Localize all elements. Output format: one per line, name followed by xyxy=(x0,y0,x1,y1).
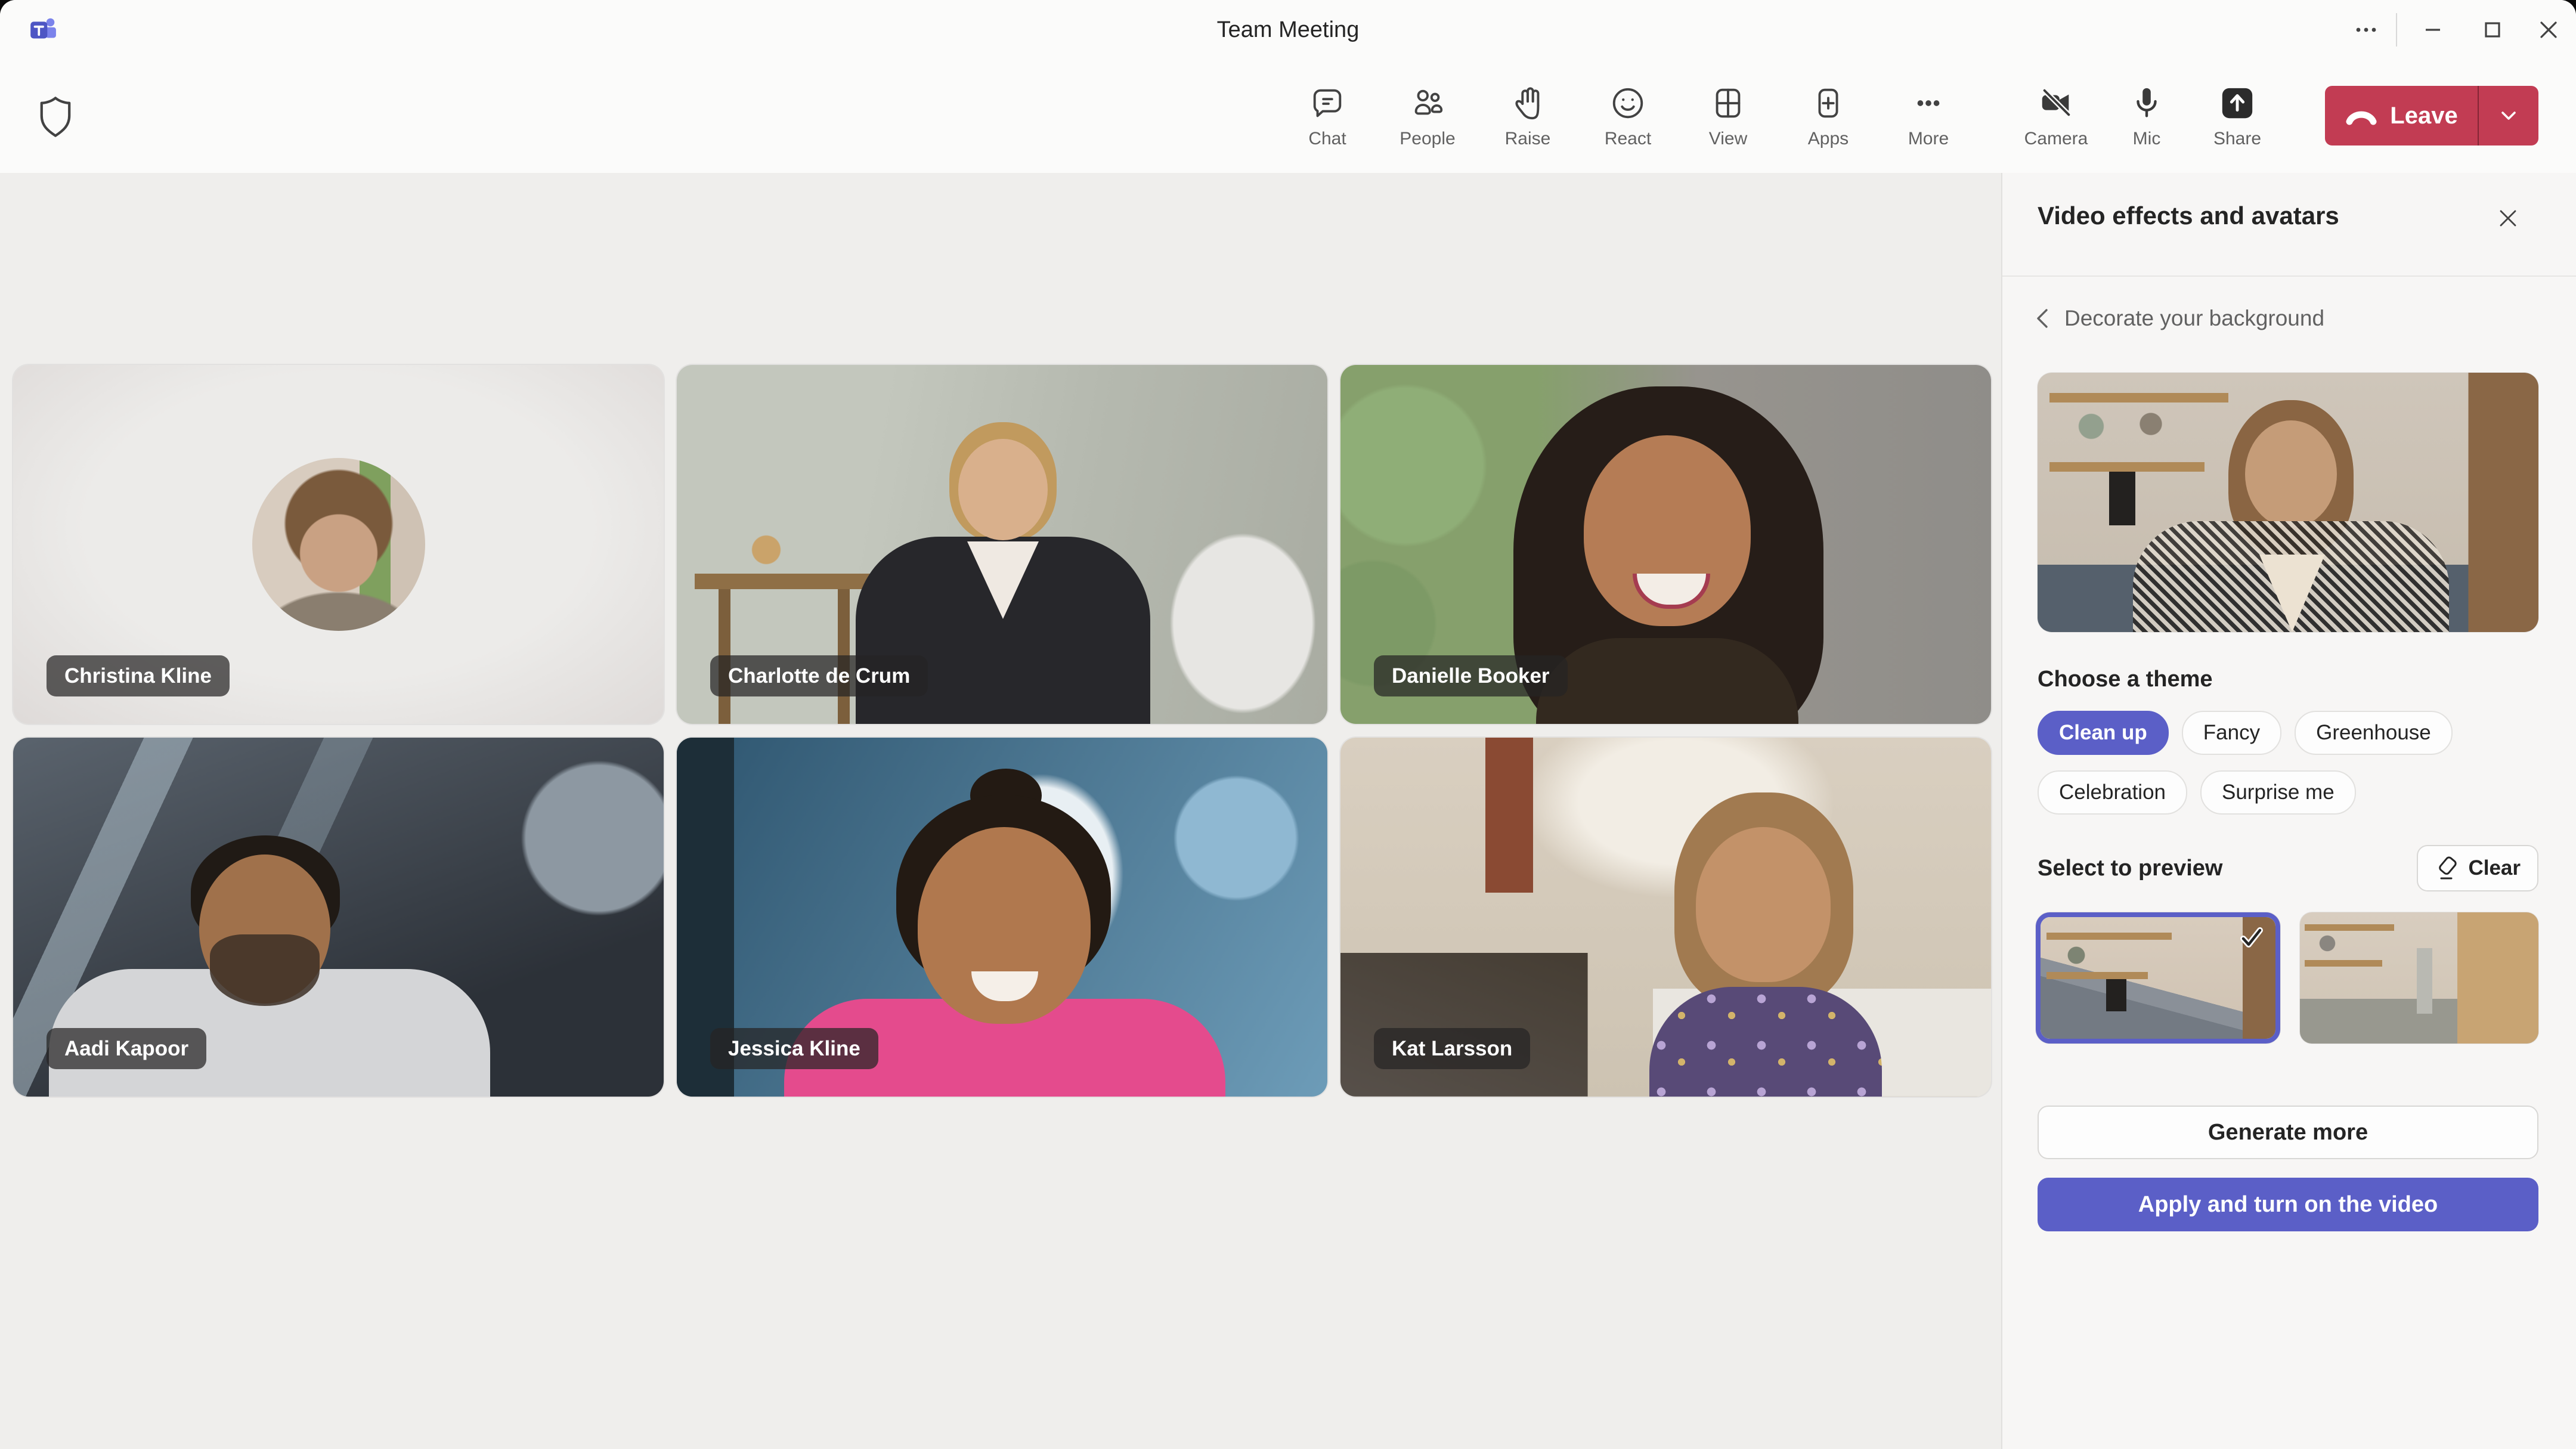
background-thumbnail-selected[interactable] xyxy=(2036,912,2280,1044)
video-tile-kat[interactable]: Kat Larsson xyxy=(1340,738,1991,1097)
video-tile-aadi[interactable]: Aadi Kapoor xyxy=(13,738,664,1097)
meeting-toolbar: Chat People Raise React View Apps More C… xyxy=(0,60,2576,173)
select-preview-heading: Select to preview xyxy=(2038,855,2223,881)
participant-name-badge: Christina Kline xyxy=(47,655,230,696)
titlebar-more-icon[interactable] xyxy=(2330,0,2402,60)
share-button[interactable]: Share xyxy=(2192,60,2283,173)
back-label: Decorate your background xyxy=(2064,306,2325,330)
title-bar: Team Meeting xyxy=(0,0,2576,60)
leave-options-chevron[interactable] xyxy=(2479,86,2538,145)
share-label: Share xyxy=(2213,129,2262,148)
video-tile-jessica[interactable]: Jessica Kline xyxy=(677,738,1327,1097)
people-button[interactable]: People xyxy=(1377,60,1478,173)
titlebar-divider xyxy=(2396,13,2397,47)
video-effects-panel: Video effects and avatars Decorate your … xyxy=(2002,173,2576,1449)
background-thumbnails xyxy=(2036,912,2540,1046)
participant-name-badge: Danielle Booker xyxy=(1374,655,1568,696)
chat-button[interactable]: Chat xyxy=(1277,60,1377,173)
video-tile-christina[interactable]: Christina Kline xyxy=(13,365,664,724)
apps-button[interactable]: Apps xyxy=(1778,60,1878,173)
video-gallery: Christina Kline Charlotte de Crum Daniel… xyxy=(0,173,2001,1449)
participant-name-badge: Charlotte de Crum xyxy=(710,655,928,696)
mic-label: Mic xyxy=(2132,129,2161,148)
raise-label: Raise xyxy=(1504,129,1551,148)
close-window-button[interactable] xyxy=(2521,0,2576,60)
video-tile-charlotte[interactable]: Charlotte de Crum xyxy=(677,365,1327,724)
background-thumbnail-2[interactable] xyxy=(2300,912,2538,1044)
view-button[interactable]: View xyxy=(1678,60,1778,173)
theme-pill-fancy[interactable]: Fancy xyxy=(2181,711,2282,755)
maximize-button[interactable] xyxy=(2463,0,2522,60)
clear-button[interactable]: Clear xyxy=(2417,845,2538,891)
chat-label: Chat xyxy=(1308,129,1346,148)
toolbar-device-group: Camera Mic Share xyxy=(2011,60,2283,173)
close-panel-button[interactable] xyxy=(2487,197,2529,240)
camera-label: Camera xyxy=(2024,129,2088,148)
participant-name-badge: Kat Larsson xyxy=(1374,1028,1531,1069)
people-label: People xyxy=(1400,129,1456,148)
theme-pill-surprise-me[interactable]: Surprise me xyxy=(2200,770,2356,815)
raise-hand-button[interactable]: Raise xyxy=(1478,60,1578,173)
camera-toggle-button[interactable]: Camera xyxy=(2011,60,2101,173)
more-actions-button[interactable]: More xyxy=(1878,60,1979,173)
selected-check-icon xyxy=(2235,922,2267,954)
leave-label: Leave xyxy=(2390,102,2458,129)
teams-meeting-window: Team Meeting Chat People Raise React Vie… xyxy=(0,0,2576,1449)
apply-button[interactable]: Apply and turn on the video xyxy=(2038,1178,2538,1231)
back-to-decorate-button[interactable]: Decorate your background xyxy=(2033,305,2324,332)
theme-pill-celebration[interactable]: Celebration xyxy=(2038,770,2187,815)
theme-pill-group: Clean up Fancy Greenhouse Celebration Su… xyxy=(2038,711,2550,815)
avatar xyxy=(252,458,425,631)
more-label: More xyxy=(1908,129,1949,148)
video-tile-danielle[interactable]: Danielle Booker xyxy=(1340,365,1991,724)
select-preview-row: Select to preview Clear xyxy=(2038,845,2538,891)
background-preview-image xyxy=(2038,373,2538,632)
participant-name-badge: Aadi Kapoor xyxy=(47,1028,207,1069)
theme-heading: Choose a theme xyxy=(2038,667,2213,692)
chevron-left-icon xyxy=(2037,309,2048,328)
participant-name-badge: Jessica Kline xyxy=(710,1028,878,1069)
eraser-icon xyxy=(2439,856,2457,880)
toolbar-center-group: Chat People Raise React View Apps More xyxy=(1277,60,1979,173)
security-shield-icon[interactable] xyxy=(35,94,76,140)
panel-title: Video effects and avatars xyxy=(2038,202,2339,230)
hang-up-icon xyxy=(2346,111,2377,125)
window-title: Team Meeting xyxy=(1216,17,1360,42)
panel-header-divider xyxy=(2002,275,2576,277)
mic-toggle-button[interactable]: Mic xyxy=(2101,60,2192,173)
minimize-button[interactable] xyxy=(2403,0,2463,60)
react-label: React xyxy=(1604,129,1652,148)
leave-button[interactable]: Leave xyxy=(2325,86,2478,145)
apps-label: Apps xyxy=(1807,129,1849,148)
theme-pill-greenhouse[interactable]: Greenhouse xyxy=(2295,711,2453,755)
view-label: View xyxy=(1708,129,1748,148)
clear-label: Clear xyxy=(2468,856,2521,880)
generate-more-button[interactable]: Generate more xyxy=(2038,1106,2538,1159)
leave-split-button: Leave xyxy=(2325,86,2538,145)
react-button[interactable]: React xyxy=(1578,60,1678,173)
theme-pill-clean-up[interactable]: Clean up xyxy=(2038,711,2169,755)
